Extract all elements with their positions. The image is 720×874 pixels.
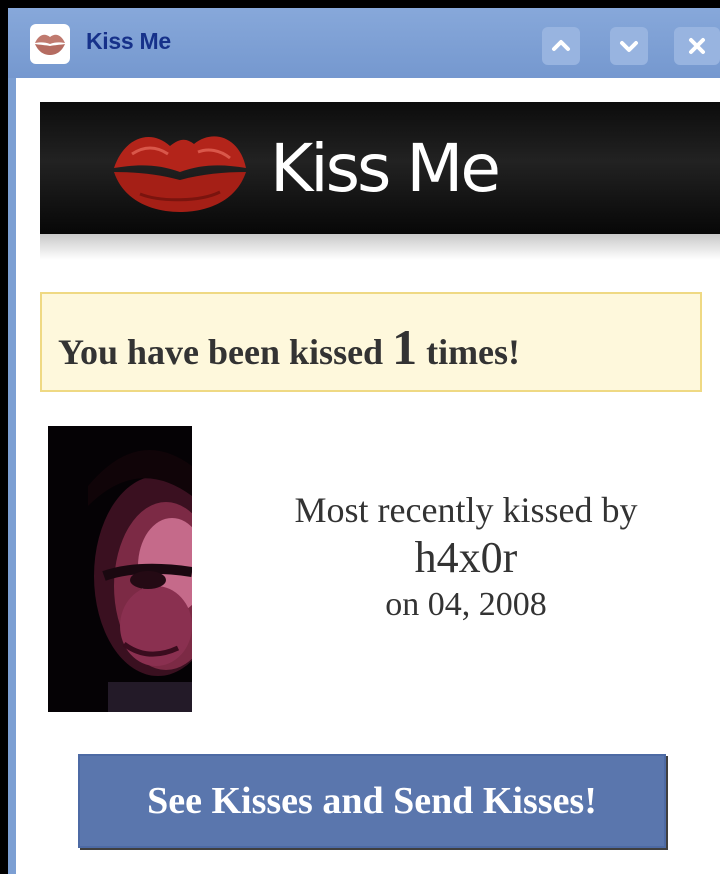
- see-and-send-kisses-label: See Kisses and Send Kisses!: [147, 780, 597, 822]
- banner-title: Kiss Me: [270, 130, 501, 207]
- recent-kiss-date: on 04, 2008: [385, 586, 547, 623]
- kiss-count-prefix: You have been kissed: [58, 332, 384, 372]
- kiss-count-text: You have been kissed 1 times!: [58, 318, 520, 376]
- recent-kisser-name[interactable]: h4x0r: [226, 532, 706, 584]
- widget-content: Kiss Me You have been kissed 1 times! Mo…: [16, 78, 720, 874]
- recent-kiss-label: Most recently kissed by: [294, 490, 638, 530]
- window-title: Kiss Me: [86, 28, 171, 54]
- header-banner: Kiss Me: [40, 102, 720, 234]
- see-and-send-kisses-button[interactable]: See Kisses and Send Kisses!: [78, 754, 666, 848]
- kiss-count-suffix: times!: [426, 332, 521, 372]
- lips-icon: [30, 24, 70, 64]
- collapse-button[interactable]: [542, 27, 580, 65]
- kiss-count-value: 1: [392, 319, 418, 375]
- kiss-count-notice: You have been kissed 1 times!: [40, 292, 702, 392]
- title-bar[interactable]: Kiss Me: [8, 8, 720, 78]
- expand-button[interactable]: [610, 27, 648, 65]
- close-button[interactable]: [674, 27, 720, 65]
- app-window: Kiss Me Kiss Me You have been kissed 1 t…: [8, 8, 720, 874]
- chevron-up-icon: [552, 40, 570, 51]
- banner-shadow: [40, 234, 720, 260]
- chevron-down-icon: [620, 41, 638, 52]
- close-icon: [689, 38, 705, 54]
- avatar[interactable]: [48, 426, 192, 712]
- lips-icon: [114, 136, 246, 212]
- recent-kiss-info: Most recently kissed by h4x0r on 04, 200…: [226, 488, 706, 626]
